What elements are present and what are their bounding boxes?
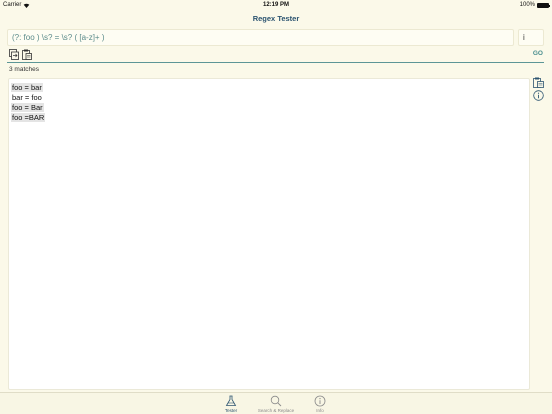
battery-info: 100%: [519, 2, 550, 8]
magnifier-icon: [270, 395, 282, 407]
text-line: bar = foo: [11, 93, 45, 103]
battery-icon: [537, 2, 550, 8]
tab-info[interactable]: Info: [300, 395, 340, 413]
nav-title: Regex Tester: [252, 14, 300, 23]
text-line: foo = bar: [11, 83, 45, 93]
battery-fill: [538, 3, 548, 7]
text-plain: bar = foo: [12, 93, 42, 102]
status-bar: Carrier 12:19 PM 100%: [0, 0, 552, 10]
clipboard-icon[interactable]: [533, 77, 544, 88]
regex-pattern-input[interactable]: (?: foo ) \s? = \s? ( [a-z]+ ): [7, 29, 514, 46]
regex-flags-input[interactable]: i: [518, 29, 544, 46]
tab-label: Tester: [224, 408, 238, 413]
text-line: foo = Bar: [11, 103, 45, 113]
text-lines: foo = bar bar = foo foo = Bar foo =BAR: [11, 83, 46, 123]
text-line: foo =BAR: [11, 113, 46, 123]
match-highlight: foo = bar: [11, 83, 43, 92]
tab-label: Info: [316, 408, 324, 413]
status-time: 12:19 PM: [262, 2, 289, 8]
match-highlight: foo =BAR: [11, 113, 46, 122]
test-text-area[interactable]: foo = bar bar = foo foo = Bar foo =BAR: [8, 78, 530, 390]
copy-icon[interactable]: [9, 49, 19, 60]
pattern-row: (?: foo ) \s? = \s? ( [a-z]+ ) i: [7, 29, 544, 46]
match-count: 3 matches: [9, 66, 39, 73]
info-icon: [314, 395, 326, 407]
battery-percent: 100%: [519, 2, 535, 8]
tab-label: Search & Replace: [257, 408, 295, 413]
tab-bar: Tester Search & Replace Info: [0, 392, 552, 414]
tab-search-replace[interactable]: Search & Replace: [256, 395, 296, 413]
flask-icon: [225, 395, 237, 406]
go-button[interactable]: GO: [533, 50, 543, 57]
toolbar: GO: [0, 48, 552, 62]
tab-tester[interactable]: Tester: [211, 395, 251, 413]
info-circle-icon[interactable]: [533, 90, 544, 101]
match-highlight: foo = Bar: [11, 103, 44, 112]
divider: [7, 62, 544, 63]
paste-icon[interactable]: [22, 49, 32, 60]
